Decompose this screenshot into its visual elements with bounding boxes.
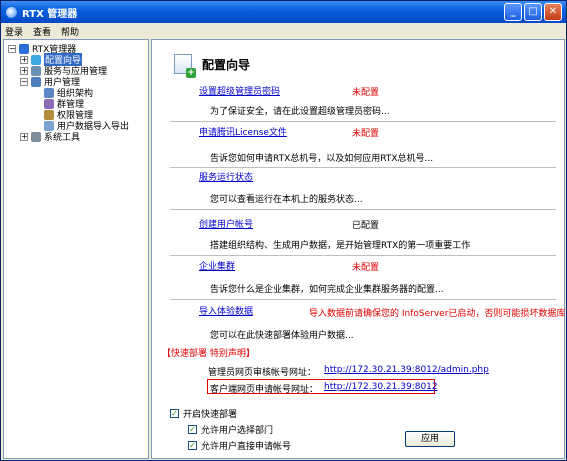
link-create-accounts[interactable]: 创建用户帐号 <box>199 217 253 230</box>
allow-dept-checkbox[interactable]: ✓ <box>188 425 197 434</box>
desc-admin-password: 为了保证安全，请在此设置超级管理员密码... <box>210 107 390 117</box>
add-document-icon <box>174 54 196 78</box>
menu-bar: 登录 查看 帮助 <box>1 23 566 39</box>
collapse-icon[interactable]: − <box>20 77 28 86</box>
client-url-link[interactable]: http://172.30.21.39:8012 <box>324 382 438 392</box>
divider <box>170 209 556 210</box>
maximize-button[interactable]: □ <box>524 3 542 21</box>
services-icon <box>31 65 41 76</box>
title-bar[interactable]: RTX 管理器 _ □ ✕ <box>1 1 566 23</box>
import-export-icon <box>44 120 54 131</box>
key-icon <box>44 109 54 120</box>
admin-url-link[interactable]: http://172.30.21.39:8012/admin.php <box>324 365 489 375</box>
enable-quick-deploy-checkbox[interactable]: ✓ <box>170 409 179 418</box>
divider <box>170 255 556 256</box>
tools-icon <box>31 131 41 142</box>
page-title: 配置向导 <box>202 57 251 72</box>
enable-quick-deploy-option[interactable]: ✓ 开启快速部署 <box>170 407 237 420</box>
link-set-admin-password[interactable]: 设置超级管理员密码 <box>199 84 280 97</box>
wizard-icon <box>31 54 41 65</box>
minimize-button[interactable]: _ <box>504 3 522 21</box>
apply-button[interactable]: 应用 <box>405 431 455 447</box>
menu-view[interactable]: 查看 <box>33 25 51 38</box>
link-service-status[interactable]: 服务运行状态 <box>199 170 253 183</box>
org-icon <box>44 87 54 98</box>
rtx-icon <box>19 43 29 54</box>
desc-license: 告诉您如何申请RTX总机号，以及如何应用RTX总机号... <box>210 154 434 164</box>
status-admin-password: 未配置 <box>352 88 380 98</box>
admin-url-label: 管理员网页审核帐号网址： <box>208 368 317 378</box>
desc-import: 您可以在此快速部署体验用户数据... <box>210 331 354 341</box>
link-import-demo-data[interactable]: 导入体验数据 <box>199 304 253 317</box>
rtx-manager-window: RTX 管理器 _ □ ✕ 登录 查看 帮助 − RTX管理器 + 配置向导 +… <box>0 0 567 461</box>
expand-icon[interactable]: + <box>20 132 28 141</box>
status-license: 未配置 <box>352 129 380 139</box>
group-icon <box>44 98 54 109</box>
expand-icon[interactable]: + <box>20 66 28 75</box>
collapse-icon[interactable]: − <box>8 44 16 53</box>
divider <box>170 121 556 122</box>
navigation-tree: − RTX管理器 + 配置向导 + 服务与应用管理 − 用户管理 组织架构 群管… <box>3 39 149 459</box>
client-url-label: 客户端网页申请帐号网址： <box>210 385 319 395</box>
window-controls: _ □ ✕ <box>504 3 562 21</box>
desc-accounts: 搭建组织结构、生成用户数据，是开始管理RTX的第一项重要工作 <box>210 241 471 251</box>
divider <box>170 167 556 168</box>
tree-item-system-tools[interactable]: + 系统工具 <box>20 131 80 143</box>
status-accounts: 已配置 <box>352 221 380 231</box>
desc-cluster: 告诉您什么是企业集群，如何完成企业集群服务器的配置... <box>210 285 444 295</box>
divider <box>170 299 556 300</box>
status-cluster: 未配置 <box>352 263 380 273</box>
allow-dept-option[interactable]: ✓ 允许用户选择部门 <box>188 423 273 436</box>
close-button[interactable]: ✕ <box>544 3 562 21</box>
link-enterprise-cluster[interactable]: 企业集群 <box>199 259 235 272</box>
status-import-warning: 导入数据前请确保您的 InfoServer已启动，否则可能损坏数据库 <box>309 309 566 319</box>
desc-service-status: 您可以查看运行在本机上的服务状态... <box>210 195 363 205</box>
page-header: 配置向导 <box>174 54 251 78</box>
users-icon <box>31 76 41 87</box>
allow-direct-checkbox[interactable]: ✓ <box>188 441 197 450</box>
app-icon <box>6 6 17 18</box>
window-title: RTX 管理器 <box>22 8 78 20</box>
quick-deploy-header: 【快速部署 特别声明】 <box>162 349 255 359</box>
link-apply-license[interactable]: 申请腾讯License文件 <box>199 125 287 138</box>
menu-login[interactable]: 登录 <box>5 25 23 38</box>
menu-help[interactable]: 帮助 <box>61 25 79 38</box>
expand-icon[interactable]: + <box>20 55 28 64</box>
config-wizard-panel: 配置向导 设置超级管理员密码 未配置 为了保证安全，请在此设置超级管理员密码..… <box>151 39 565 459</box>
allow-direct-option[interactable]: ✓ 允许用户直接申请帐号 <box>188 439 291 452</box>
